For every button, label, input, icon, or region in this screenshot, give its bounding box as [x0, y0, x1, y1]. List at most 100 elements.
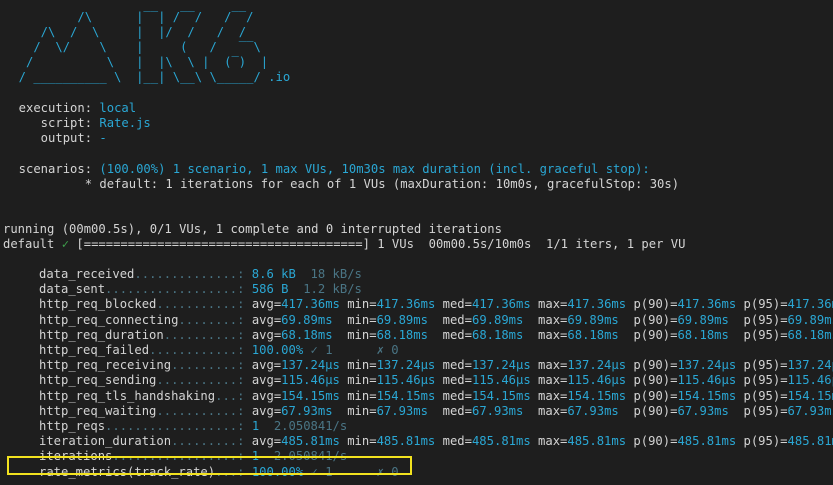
- stat-key: med=: [442, 403, 472, 418]
- stat-value: 115.46µs: [281, 373, 348, 388]
- stat-key: min=: [347, 297, 377, 312]
- stat-key: p(90)=: [633, 327, 678, 342]
- check-icon: ✓: [61, 237, 70, 251]
- stat-key: p(90)=: [633, 373, 678, 388]
- stat-key: max=: [538, 388, 568, 403]
- stat-value: 69.89ms: [471, 312, 539, 327]
- metric-rate: 1.2 kB/s: [303, 282, 362, 297]
- stat-key: min=: [347, 388, 377, 403]
- metric-rate: 18 kB/s: [310, 267, 362, 281]
- metric-row: http_req_waiting...........: avg=67.93ms…: [39, 404, 833, 419]
- stat-key: p(95)=: [743, 312, 788, 327]
- execution-label: execution:: [4, 101, 93, 115]
- metric-row: http_reqs..................: 1 2.050841/…: [39, 419, 347, 434]
- stat-key: med=: [442, 388, 472, 403]
- stat-value: 154.15ms: [567, 388, 634, 403]
- stat-key: avg=: [251, 388, 282, 403]
- metric-row: http_req_duration..........: avg=68.18ms…: [39, 328, 833, 343]
- stat-key: avg=: [251, 403, 282, 418]
- stat-key: med=: [442, 297, 472, 312]
- metric-dots: ...........:: [156, 297, 245, 312]
- metric-name: http_req_sending: [39, 373, 157, 388]
- k6-logo-line: / \/ \ | ( / ‾‾\: [4, 40, 261, 54]
- stat-key: p(95)=: [743, 434, 788, 449]
- stat-key: p(95)=: [743, 403, 788, 418]
- k6-logo-line: /\ / \ | |/ / / /: [4, 25, 247, 39]
- stat-value: 137.24µs: [281, 358, 348, 373]
- stat-value: 67.93ms: [567, 403, 634, 418]
- metric-name: http_req_connecting: [39, 312, 179, 327]
- stat-key: med=: [442, 434, 472, 449]
- metric-row: http_req_tls_handshaking...: avg=154.15m…: [39, 389, 833, 404]
- stat-key: avg=: [251, 297, 282, 312]
- stat-value: 115.46µs: [787, 373, 833, 388]
- metric-row: data_sent..................: 586 B 1.2 k…: [39, 282, 362, 297]
- stat-value: 68.18ms: [281, 327, 348, 342]
- stat-key: p(95)=: [743, 297, 788, 312]
- stat-value: 154.15ms: [376, 388, 443, 403]
- execution-line: execution: local: [4, 101, 136, 116]
- stat-value: 485.81ms: [567, 434, 634, 449]
- stat-key: p(90)=: [633, 358, 678, 373]
- terminal-window: /\ |‾‾| /‾‾/ /‾‾/ /\ / \ | |/ / / / / \/…: [0, 0, 833, 485]
- highlight-box: [7, 456, 412, 475]
- metric-value: 8.6 kB: [251, 267, 296, 281]
- stat-key: p(90)=: [633, 434, 678, 449]
- stat-value: 137.24µs: [376, 358, 443, 373]
- stat-value: 68.18ms: [471, 327, 539, 342]
- stat-key: max=: [538, 327, 568, 342]
- stat-value: 485.81ms: [376, 434, 443, 449]
- stat-value: 154.15ms: [677, 388, 744, 403]
- metric-value: 586 B: [251, 282, 289, 297]
- metric-name: http_req_blocked: [39, 297, 157, 312]
- metric-dots: .........:: [171, 358, 245, 373]
- stat-key: max=: [538, 403, 568, 418]
- stat-value: 485.81ms: [281, 434, 348, 449]
- stat-value: 68.18ms: [376, 327, 443, 342]
- metric-dots: ..............:: [134, 267, 245, 281]
- stat-value: 154.15ms: [787, 388, 833, 403]
- run-status-line: running (00m00.5s), 0/1 VUs, 1 complete …: [3, 222, 502, 236]
- k6-logo-line: /\ |‾‾| /‾‾/ /‾‾/: [4, 10, 254, 24]
- stat-key: min=: [347, 312, 377, 327]
- progress-detail: 1 VUs 00m00.5s/10m0s 1/1 iters, 1 per VU: [377, 237, 686, 251]
- metric-dots: ...........:: [156, 373, 245, 388]
- stat-value: 69.89ms: [787, 312, 833, 327]
- stat-value: 67.93ms: [471, 403, 539, 418]
- stat-key: min=: [347, 358, 377, 373]
- stat-value: 69.89ms: [281, 312, 348, 327]
- metric-name: iteration_duration: [39, 434, 172, 449]
- stat-key: max=: [538, 297, 568, 312]
- metric-dots: ........:: [178, 312, 245, 327]
- stat-value: 485.81ms: [677, 434, 744, 449]
- metric-value: 1: [251, 419, 260, 433]
- metric-dots: ...........:: [156, 403, 245, 418]
- stat-value: 154.15ms: [471, 388, 539, 403]
- metric-dots: .........:: [171, 434, 245, 449]
- metric-name: http_req_waiting: [39, 403, 157, 418]
- scenarios-summary: (100.00%) 1 scenario, 1 max VUs, 10m30s …: [99, 162, 650, 176]
- stat-key: avg=: [251, 373, 282, 388]
- stat-key: p(95)=: [743, 358, 788, 373]
- output-value: -: [99, 131, 107, 145]
- stat-value: 67.93ms: [376, 403, 443, 418]
- metric-dots: ...:: [215, 388, 245, 403]
- stat-key: avg=: [251, 358, 282, 373]
- metric-name: data_sent: [39, 282, 106, 297]
- stat-value: 417.36ms: [376, 297, 443, 312]
- stat-key: p(90)=: [633, 312, 678, 327]
- stat-key: med=: [442, 327, 472, 342]
- stat-value: 115.46µs: [471, 373, 539, 388]
- stat-key: p(95)=: [743, 327, 788, 342]
- script-value: Rate.js: [99, 116, 151, 130]
- script-line: script: Rate.js: [4, 116, 151, 131]
- metric-rate: 2.050841/s: [273, 419, 348, 433]
- metric-dots: ..................:: [105, 419, 245, 433]
- metric-dots: ..................:: [105, 282, 245, 297]
- progress-bar: [======================================]: [76, 237, 370, 251]
- fail-count: ✗ 0: [376, 343, 399, 357]
- stat-value: 67.93ms: [281, 403, 348, 418]
- stat-key: p(90)=: [633, 388, 678, 403]
- k6-logo-line: / __________ \ |__| \__\ \_____/ .io: [4, 70, 291, 84]
- stat-value: 69.89ms: [677, 312, 744, 327]
